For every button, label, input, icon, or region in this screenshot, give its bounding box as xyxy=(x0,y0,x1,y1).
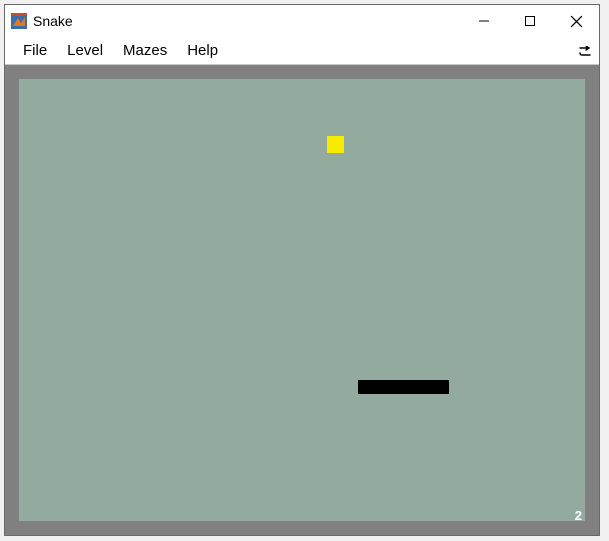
menu-file[interactable]: File xyxy=(13,39,57,62)
food-block xyxy=(327,136,344,153)
menu-help[interactable]: Help xyxy=(177,39,228,62)
window-controls xyxy=(461,5,599,37)
app-icon xyxy=(11,13,27,29)
play-field[interactable]: 2 xyxy=(19,79,585,521)
app-window: Snake File Level Mazes Help xyxy=(4,4,600,536)
close-button[interactable] xyxy=(553,5,599,37)
menu-mazes[interactable]: Mazes xyxy=(113,39,177,62)
app-title: Snake xyxy=(33,13,461,29)
maximize-button[interactable] xyxy=(507,5,553,37)
titlebar: Snake xyxy=(5,5,599,37)
menubar: File Level Mazes Help xyxy=(5,37,599,65)
minimize-button[interactable] xyxy=(461,5,507,37)
game-border: 2 xyxy=(5,65,599,535)
snake-body xyxy=(358,380,449,394)
toolbar-overflow-icon[interactable] xyxy=(579,43,593,59)
menu-level[interactable]: Level xyxy=(57,39,113,62)
score-display: 2 xyxy=(575,508,582,523)
